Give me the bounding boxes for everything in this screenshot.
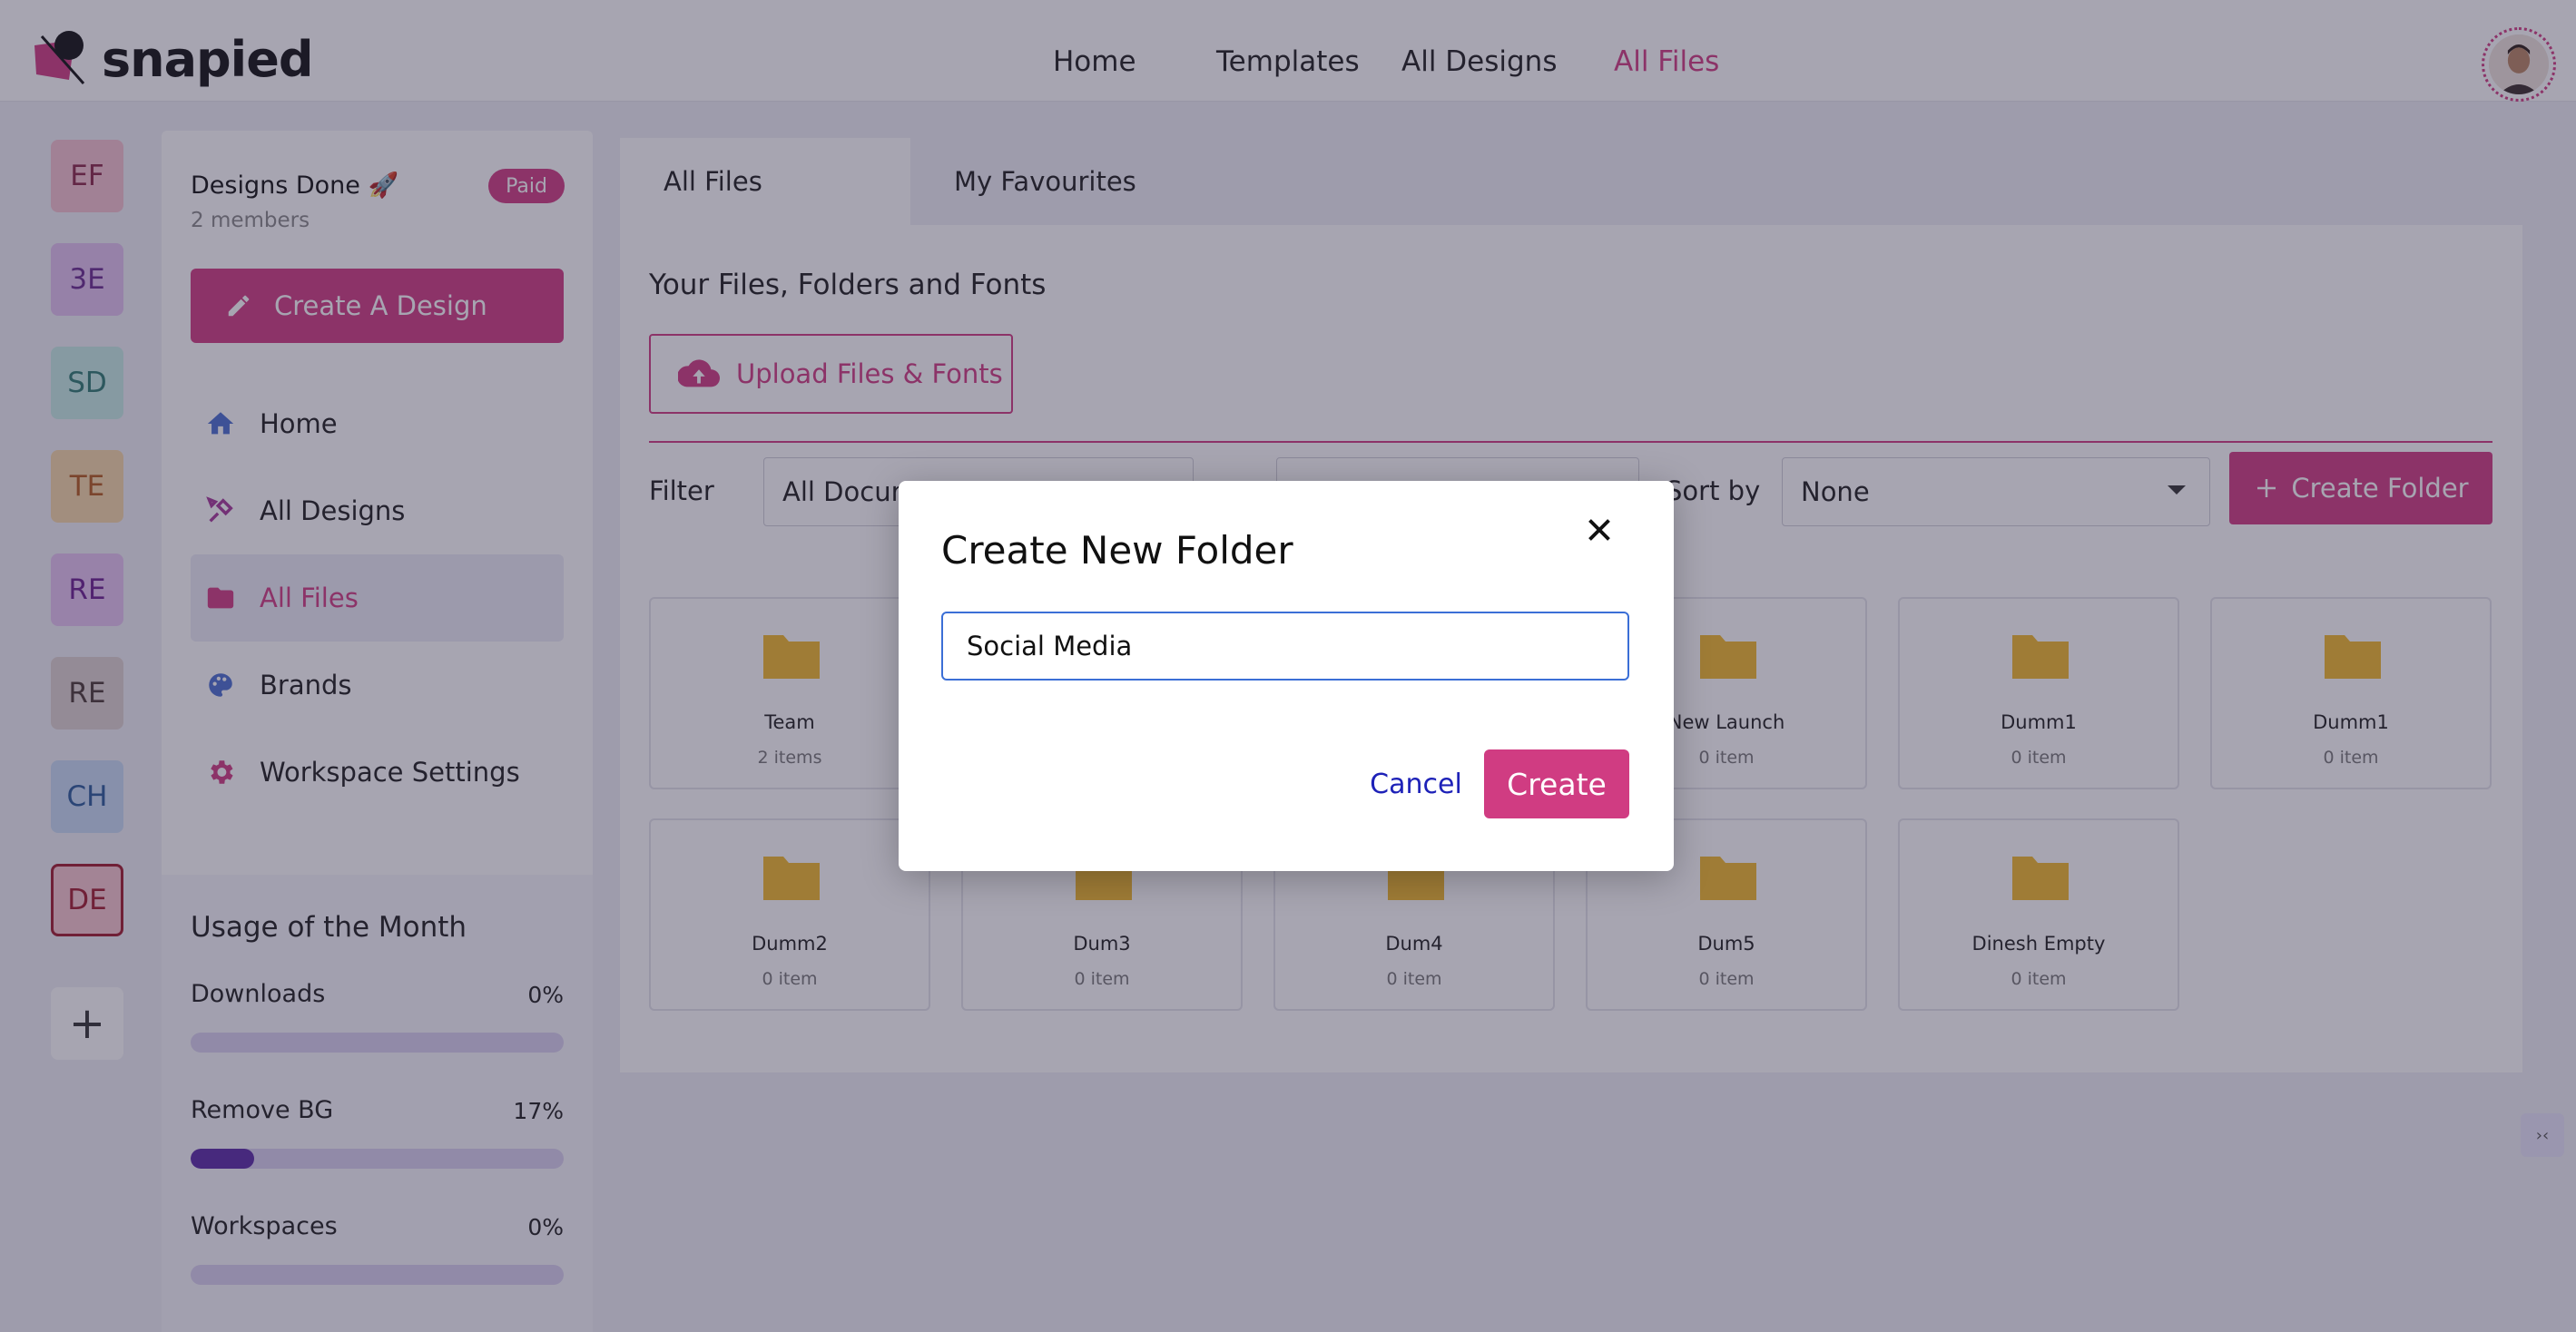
close-button[interactable]	[1574, 504, 1625, 555]
cancel-button[interactable]: Cancel	[1351, 749, 1481, 818]
create-button[interactable]: Create	[1484, 749, 1629, 818]
folder-name-input[interactable]	[941, 612, 1629, 681]
create-folder-dialog: Create New Folder Cancel Create	[899, 481, 1674, 871]
dialog-title: Create New Folder	[941, 528, 1293, 573]
close-icon	[1588, 519, 1610, 541]
